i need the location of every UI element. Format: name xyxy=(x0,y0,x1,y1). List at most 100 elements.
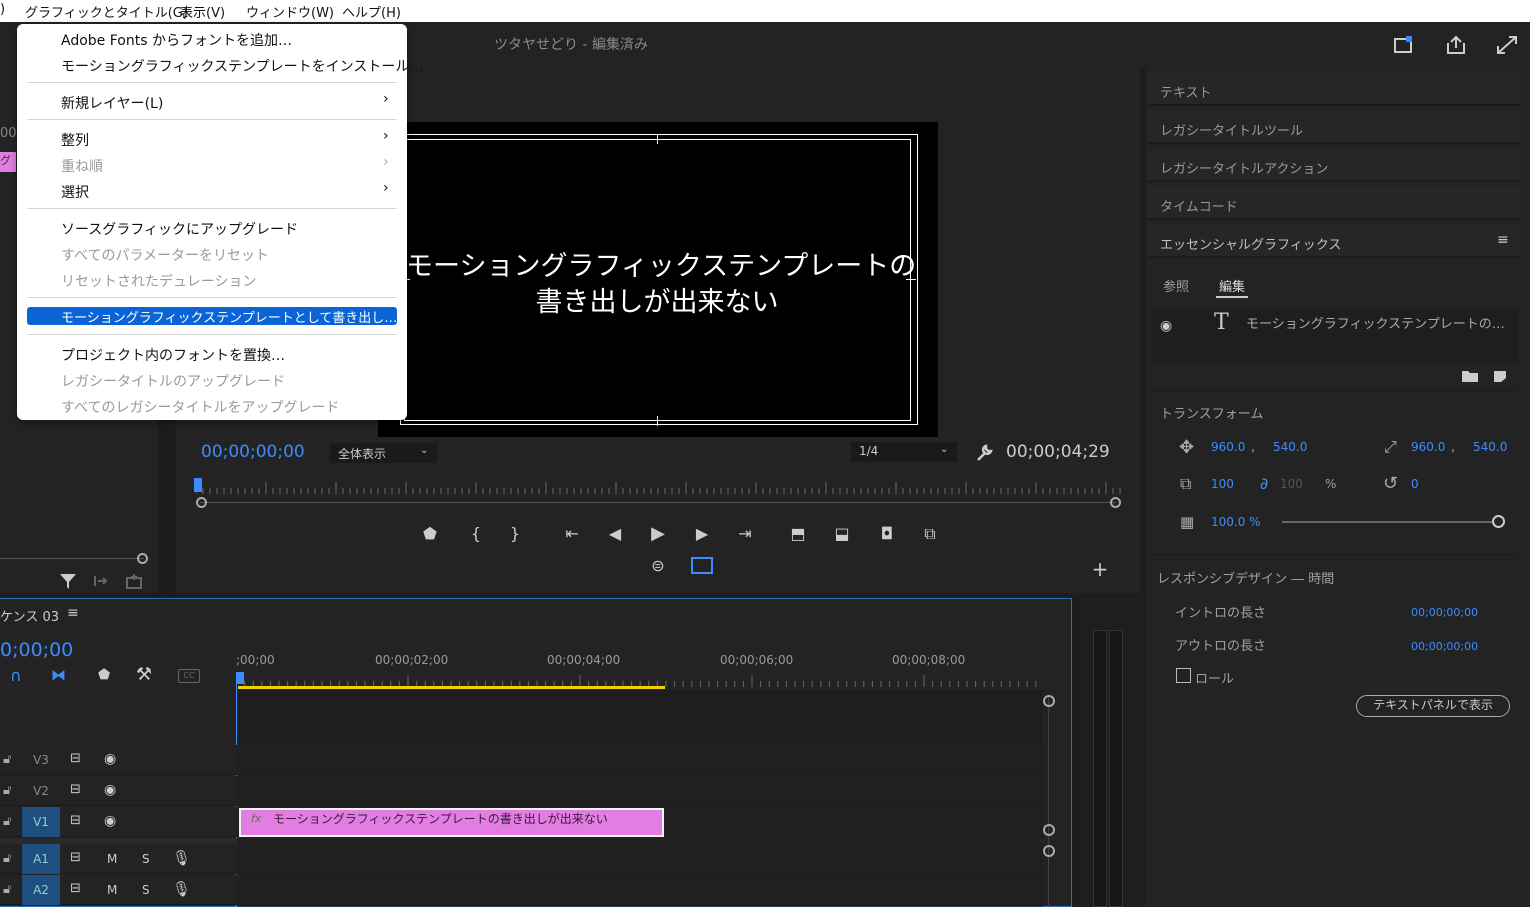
captions-icon[interactable]: CC xyxy=(178,669,200,683)
work-area-bar[interactable] xyxy=(238,686,665,689)
track-name-a1[interactable]: A1 xyxy=(22,844,60,874)
menu-item-select[interactable]: 選択 xyxy=(61,182,89,202)
tab-edit[interactable]: 編集 xyxy=(1219,276,1245,295)
share-icon[interactable] xyxy=(1444,34,1468,56)
lock-icon[interactable]: 🔓︎ xyxy=(3,752,11,767)
menu-item-new-layer[interactable]: 新規レイヤー(L) xyxy=(61,93,163,113)
add-marker-icon[interactable]: ⬟ xyxy=(98,667,110,683)
vscroll-handle-audio[interactable] xyxy=(1043,845,1055,857)
monitor-playhead[interactable] xyxy=(194,478,202,492)
mark-in-icon[interactable]: { xyxy=(464,523,488,545)
track-name-v3[interactable]: V3 xyxy=(22,745,60,775)
safe-margins-icon[interactable] xyxy=(691,557,713,574)
intro-value[interactable]: 00;00;00;00 xyxy=(1411,606,1478,619)
lift-icon[interactable]: ⬒ xyxy=(786,523,810,545)
eye-icon[interactable]: ◉ xyxy=(104,813,116,829)
go-to-in-icon[interactable]: ⇤ xyxy=(560,523,584,545)
vr-icon[interactable]: ⊜ xyxy=(646,555,670,577)
wrench-icon[interactable] xyxy=(974,443,994,463)
panel-menu-icon[interactable]: ≡ xyxy=(1497,232,1509,248)
step-forward-icon[interactable]: ▶ xyxy=(690,523,714,545)
timeline-playhead-head[interactable] xyxy=(236,672,244,684)
sequence-menu-icon[interactable]: ≡ xyxy=(67,605,79,621)
microphone-icon[interactable]: 🎙︎ xyxy=(172,880,191,898)
linked-selection-icon[interactable]: ⧓ xyxy=(51,666,66,684)
video-title-line1[interactable]: モーショングラフィックステンプレートの xyxy=(406,244,916,283)
eye-icon[interactable]: ◉ xyxy=(1160,318,1172,334)
sync-lock-icon[interactable]: ⊟ xyxy=(70,850,81,865)
solo-button[interactable]: S xyxy=(142,883,150,897)
project-clip-thumb[interactable]: グラ xyxy=(0,152,16,172)
resolution-select[interactable]: 1/4 ⌄ xyxy=(851,442,957,462)
lock-icon[interactable]: 🔓︎ xyxy=(3,882,11,897)
sync-lock-icon[interactable]: ⊟ xyxy=(70,813,81,828)
eye-icon[interactable]: ◉ xyxy=(104,751,116,767)
monitor-zoom-handle-left[interactable] xyxy=(196,497,207,508)
position-x[interactable]: 960.0 xyxy=(1211,440,1245,454)
fullscreen-icon[interactable] xyxy=(1495,34,1519,56)
track-name-v1[interactable]: V1 xyxy=(22,807,60,837)
filter-icon[interactable] xyxy=(58,572,78,590)
video-title-line2[interactable]: 書き出しが出来ない xyxy=(406,280,908,319)
mute-button[interactable]: M xyxy=(107,883,117,897)
camera-icon[interactable]: ◘ xyxy=(875,523,899,545)
project-slider-handle[interactable] xyxy=(137,553,148,564)
playhead-timecode[interactable]: 00;00;00;00 xyxy=(201,442,305,462)
add-marker-icon[interactable]: ⬟ xyxy=(418,523,442,545)
lock-icon[interactable]: 🔓︎ xyxy=(3,783,11,798)
extract-icon[interactable]: ⬓ xyxy=(830,523,854,545)
sync-lock-icon[interactable]: ⊟ xyxy=(70,782,81,797)
automate-icon[interactable] xyxy=(92,572,112,590)
section-legacy-title-tools[interactable]: レガシータイトルツール xyxy=(1148,110,1520,144)
monitor-time-ruler[interactable] xyxy=(196,480,1122,496)
lock-icon[interactable]: 🔓︎ xyxy=(3,851,11,866)
menu-item-align[interactable]: 整列 xyxy=(61,130,89,150)
step-back-icon[interactable]: ◀ xyxy=(603,523,627,545)
vscroll-handle-top[interactable] xyxy=(1043,695,1055,707)
quick-export-icon[interactable] xyxy=(1392,34,1416,56)
menu-item-add-adobe-fonts[interactable]: Adobe Fonts からフォントを追加… xyxy=(61,30,292,50)
menu-item-export-mogrt[interactable]: モーショングラフィックステンプレートとして書き出し… xyxy=(61,307,397,326)
anchor-x[interactable]: 960.0 xyxy=(1411,440,1445,454)
link-icon[interactable]: ∂ xyxy=(1260,474,1268,493)
section-essential-graphics[interactable]: エッセンシャルグラフィックス xyxy=(1148,224,1520,258)
sync-lock-icon[interactable]: ⊟ xyxy=(70,751,81,766)
folder-icon[interactable] xyxy=(1461,369,1479,383)
solo-button[interactable]: S xyxy=(142,852,150,866)
wrench-icon[interactable]: ⚒ xyxy=(136,664,152,685)
opacity-value[interactable]: 100.0 % xyxy=(1211,515,1261,529)
menu-item-replace-fonts[interactable]: プロジェクト内のフォントを置換… xyxy=(61,345,285,365)
menu-item-upgrade-source-graphic[interactable]: ソースグラフィックにアップグレード xyxy=(61,219,298,239)
snap-icon[interactable]: ∩ xyxy=(10,666,22,685)
opacity-slider-track[interactable] xyxy=(1282,521,1494,523)
section-legacy-title-actions[interactable]: レガシータイトルアクション xyxy=(1148,148,1520,182)
scale-value[interactable]: 100 xyxy=(1211,477,1234,491)
mark-out-icon[interactable]: } xyxy=(503,523,527,545)
new-layer-icon[interactable] xyxy=(1492,369,1508,383)
menu-view[interactable]: 表示(V) xyxy=(180,2,225,21)
show-in-text-panel-button[interactable]: テキストパネルで表示 xyxy=(1356,695,1510,717)
mute-button[interactable]: M xyxy=(107,852,117,866)
menu-graphics-titles[interactable]: グラフィックとタイトル(G) xyxy=(25,2,188,21)
rotation-value[interactable]: 0 xyxy=(1411,477,1419,491)
timeline-timecode[interactable]: 0;00;00 xyxy=(0,639,73,661)
new-item-icon[interactable] xyxy=(124,572,146,590)
menu-window[interactable]: ウィンドウ(W) xyxy=(246,2,334,21)
track-name-a2[interactable]: A2 xyxy=(22,875,60,905)
graphics-clip[interactable]: fx モーショングラフィックステンプレートの書き出しが出来ない xyxy=(239,808,664,837)
section-timecode[interactable]: タイムコード xyxy=(1148,186,1520,220)
sequence-name[interactable]: ケンス 03 xyxy=(0,606,59,625)
go-to-out-icon[interactable]: ⇥ xyxy=(733,523,757,545)
vscroll-handle-mid[interactable] xyxy=(1043,824,1055,836)
add-button-icon[interactable]: + xyxy=(1088,558,1112,580)
sync-lock-icon[interactable]: ⊟ xyxy=(70,881,81,896)
anchor-y[interactable]: 540.0 xyxy=(1473,440,1507,454)
monitor-zoom-handle-right[interactable] xyxy=(1110,497,1121,508)
menu-item-install-mogrt[interactable]: モーショングラフィックステンプレートをインストール… xyxy=(61,56,423,76)
position-y[interactable]: 540.0 xyxy=(1273,440,1307,454)
play-icon[interactable]: ▶ xyxy=(646,523,670,545)
layer-name[interactable]: モーショングラフィックステンプレートの… xyxy=(1246,313,1505,332)
eye-icon[interactable]: ◉ xyxy=(104,782,116,798)
section-text[interactable]: テキスト xyxy=(1148,72,1520,106)
track-name-v2[interactable]: V2 xyxy=(22,776,60,806)
